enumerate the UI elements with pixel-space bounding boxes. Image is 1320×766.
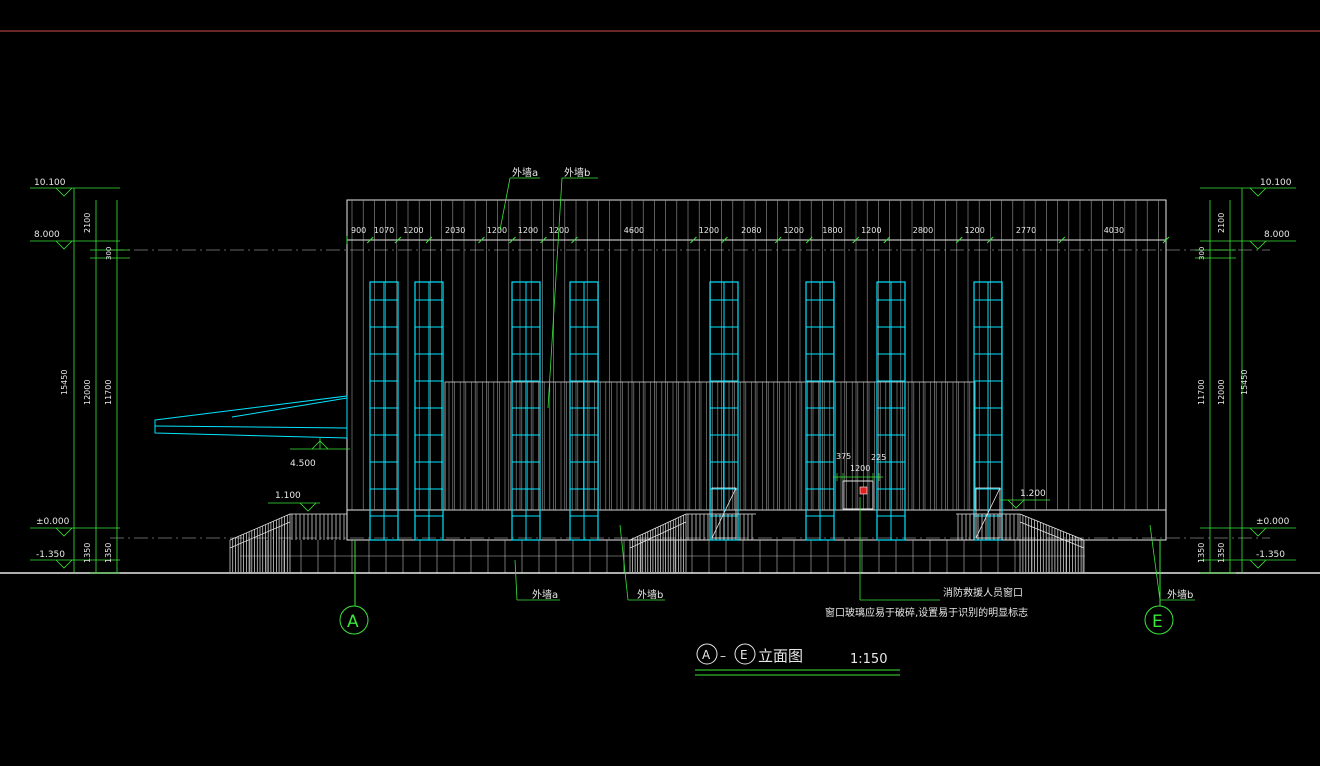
label-rescue-window: 消防救援人员窗口 xyxy=(943,586,1023,599)
dim-label: 1200 xyxy=(965,226,985,235)
dim-right-12000: 12000 xyxy=(1217,380,1226,405)
plinth-grid xyxy=(240,540,1085,573)
canopy xyxy=(154,395,348,439)
dim-label: 1200 xyxy=(699,226,719,235)
dim-label: 1800 xyxy=(822,226,842,235)
window-column xyxy=(973,281,1003,541)
dim-left-1350-b: 1350 xyxy=(104,543,113,563)
axis-a-label: A xyxy=(347,612,359,632)
label-wall-a-bottom: 外墙a xyxy=(532,588,558,601)
dim-left-300: 300 xyxy=(105,247,113,260)
dim-left-total: 15450 xyxy=(60,370,69,395)
dim-label: 1200 xyxy=(403,226,423,235)
dim-window-width: 1200 xyxy=(850,464,870,473)
elev-left-top: 10.100 xyxy=(34,178,66,188)
stair-left xyxy=(229,513,347,572)
dim-label: 2770 xyxy=(1016,226,1036,235)
title-axis-a: A xyxy=(702,648,711,662)
dim-label: 1200 xyxy=(861,226,881,235)
dim-right-1350-b: 1350 xyxy=(1197,543,1206,563)
label-wall-b-top: 外墙b xyxy=(564,166,590,179)
drawing-scale: 1:150 xyxy=(850,652,887,667)
dim-label: 1200 xyxy=(487,226,507,235)
title-underline xyxy=(695,669,900,676)
dim-label: 900 xyxy=(351,226,366,235)
dim-label: 1200 xyxy=(518,226,538,235)
dim-label: 2030 xyxy=(445,226,465,235)
drawing-title: 立面图 xyxy=(758,647,803,665)
dim-window-right: 225 xyxy=(871,453,886,462)
label-rescue-note: 窗口玻璃应易于破碎,设置易于识别的明显标志 xyxy=(825,606,1028,619)
dim-right-300: 300 xyxy=(1198,247,1206,260)
axis-e-label: E xyxy=(1152,612,1163,632)
elev-left-floor: ±0.000 xyxy=(36,517,70,527)
label-wall-b-bottom: 外墙b xyxy=(637,588,663,601)
elev-right-top: 10.100 xyxy=(1260,178,1292,188)
dim-right-2100: 2100 xyxy=(1217,213,1226,233)
label-wall-a-top: 外墙a xyxy=(512,166,538,179)
window-column xyxy=(569,281,599,541)
elev-marker-stair-right xyxy=(1000,499,1050,509)
dim-left-2100: 2100 xyxy=(83,213,92,233)
window-column xyxy=(709,281,739,541)
dim-right-total: 15450 xyxy=(1240,370,1249,395)
window-columns xyxy=(369,281,1003,541)
elev-marker-canopy xyxy=(290,438,350,450)
dim-label: 1200 xyxy=(784,226,804,235)
elev-right-floor: ±0.000 xyxy=(1256,517,1290,527)
elev-right-eave: 8.000 xyxy=(1264,230,1290,240)
dim-left-11700: 11700 xyxy=(104,380,113,405)
dim-left-12000: 12000 xyxy=(83,380,92,405)
label-wall-b-right: 外墙b xyxy=(1167,588,1193,601)
stair-middle xyxy=(629,513,756,572)
stair-right xyxy=(956,513,1085,572)
elev-left-eave: 8.000 xyxy=(34,230,60,240)
elev-stair-right: 1.200 xyxy=(1020,489,1046,499)
dim-window-left: 375 xyxy=(836,452,851,461)
dim-right-11700: 11700 xyxy=(1197,380,1206,405)
title-axis-e: E xyxy=(740,648,748,662)
elevation-drawing: 375 1200 225 900 1070 1200 2030 1200 1200 1200… xyxy=(0,30,1320,676)
roof-ribs xyxy=(351,200,1159,510)
elev-canopy: 4.500 xyxy=(290,459,316,469)
dim-label: 2800 xyxy=(913,226,933,235)
top-dimension-chain: 900 1070 1200 2030 1200 1200 1200 4600 1200 2080 1… xyxy=(346,226,1170,244)
left-dimension-lines xyxy=(30,187,130,574)
elev-right-ground: -1.350 xyxy=(1256,550,1285,560)
dim-label: 1070 xyxy=(374,226,394,235)
dim-label: 2080 xyxy=(741,226,761,235)
cad-canvas[interactable]: 375 1200 225 900 1070 1200 2030 1200 1200 1200… xyxy=(0,0,1320,762)
elev-marker-stair-left xyxy=(268,502,320,512)
dim-left-1350-a: 1350 xyxy=(83,543,92,563)
wall-label-leaders xyxy=(499,177,1195,601)
elev-stair-left: 1.100 xyxy=(275,491,301,501)
title-dash: – xyxy=(720,649,726,663)
dim-label: 4030 xyxy=(1104,226,1124,235)
dim-label: 4600 xyxy=(624,226,644,235)
elev-left-ground: -1.350 xyxy=(36,550,65,560)
dim-right-1350-a: 1350 xyxy=(1217,543,1226,563)
